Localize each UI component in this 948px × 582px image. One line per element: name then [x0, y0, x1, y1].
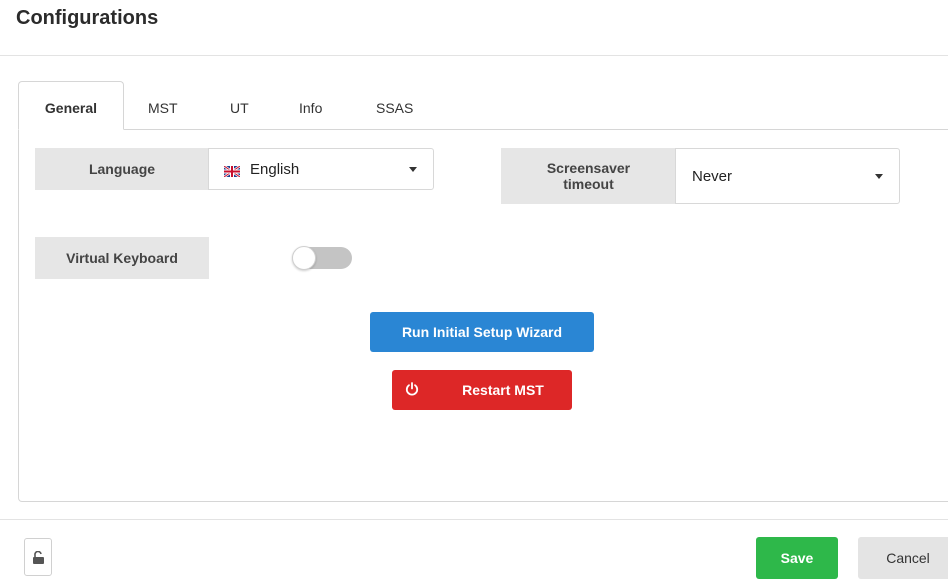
footer-divider — [0, 519, 948, 520]
tab-info[interactable]: Info — [299, 100, 322, 116]
cancel-button[interactable]: Cancel — [858, 537, 948, 579]
run-setup-wizard-button[interactable]: Run Initial Setup Wizard — [370, 312, 594, 352]
tabs-baseline — [123, 129, 948, 130]
restart-mst-button[interactable]: Restart MST — [392, 370, 572, 410]
title-divider — [0, 55, 948, 56]
unlock-icon — [33, 551, 44, 564]
page-title: Configurations — [16, 7, 159, 29]
save-button[interactable]: Save — [756, 537, 838, 579]
restart-mst-label: Restart MST — [462, 382, 544, 398]
chevron-down-icon — [409, 167, 417, 172]
tab-ssas[interactable]: SSAS — [376, 100, 413, 116]
uk-flag-icon — [223, 164, 241, 178]
virtual-keyboard-toggle[interactable] — [292, 246, 352, 270]
tab-ut[interactable]: UT — [230, 100, 249, 116]
tab-general[interactable]: General — [18, 81, 124, 130]
language-label: Language — [35, 148, 209, 190]
language-value: English — [250, 160, 300, 178]
virtual-keyboard-label: Virtual Keyboard — [35, 237, 209, 279]
screensaver-label: Screensaver timeout — [501, 148, 676, 204]
toggle-knob — [292, 246, 316, 270]
power-icon — [405, 382, 419, 396]
screensaver-value: Never — [692, 167, 733, 185]
tab-mst[interactable]: MST — [148, 100, 178, 116]
screensaver-select[interactable]: Never — [675, 148, 900, 204]
chevron-down-icon — [875, 174, 883, 179]
lock-button[interactable] — [24, 538, 52, 576]
language-select[interactable]: English — [208, 148, 434, 190]
